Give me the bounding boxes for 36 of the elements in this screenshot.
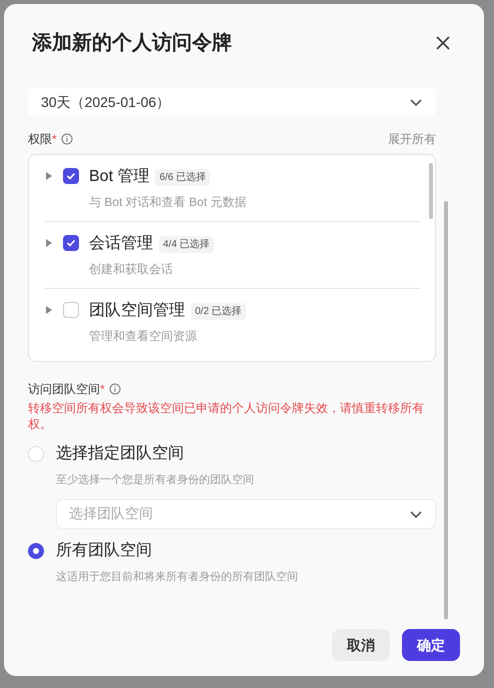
info-icon	[108, 383, 121, 395]
workspace-access-label: 访问团队空间	[28, 381, 100, 398]
expand-caret-icon[interactable]	[45, 305, 53, 315]
selected-count-tag: 6/6 已选择	[155, 168, 210, 186]
confirm-button[interactable]: 确定	[402, 629, 460, 661]
option-title: 选择指定团队空间	[56, 444, 185, 464]
list-scrollbar[interactable]	[429, 163, 433, 219]
required-mark: *	[100, 381, 105, 398]
dialog-title: 添加新的个人访问令牌	[32, 30, 232, 56]
close-icon[interactable]	[436, 36, 450, 50]
expand-caret-icon[interactable]	[45, 171, 53, 181]
permission-checkbox[interactable]	[63, 302, 79, 318]
permission-checkbox[interactable]	[63, 235, 79, 251]
permission-checkbox[interactable]	[63, 168, 79, 184]
radio-button[interactable]	[28, 542, 44, 558]
permission-name: 团队空间管理	[89, 300, 185, 321]
check-icon	[66, 171, 76, 181]
permission-name: 会话管理	[89, 234, 153, 254]
permission-description: 管理和查看空间资源	[89, 328, 198, 345]
permission-description: 创建和获取会话	[89, 261, 174, 278]
permission-name: Bot 管理	[89, 167, 150, 187]
option-hint: 这适用于您目前和将来所有者身份的所有团队空间	[56, 570, 299, 584]
warning-text: 转移空间所有权会导致该空间已申请的个人访问令牌失效，请慎重转移所有权。	[28, 400, 425, 432]
option-hint: 至少选择一个您是所有者身份的团队空间	[56, 472, 255, 488]
required-mark: *	[52, 131, 57, 148]
permissions-label: 权限	[28, 131, 52, 148]
selected-count-tag: 0/2 已选择	[191, 302, 246, 320]
option-title: 所有团队空间	[56, 540, 153, 560]
permission-description: 与 Bot 对话和查看 Bot 元数据	[89, 194, 246, 211]
check-icon	[66, 238, 76, 248]
selected-count-tag: 4/4 已选择	[159, 236, 214, 252]
info-icon	[60, 133, 73, 145]
cancel-button[interactable]: 取消	[332, 629, 390, 661]
expiry-select[interactable]: 30天（2025-01-06）	[28, 88, 436, 116]
expand-caret-icon[interactable]	[45, 238, 53, 248]
page-scrollbar[interactable]	[444, 201, 448, 619]
